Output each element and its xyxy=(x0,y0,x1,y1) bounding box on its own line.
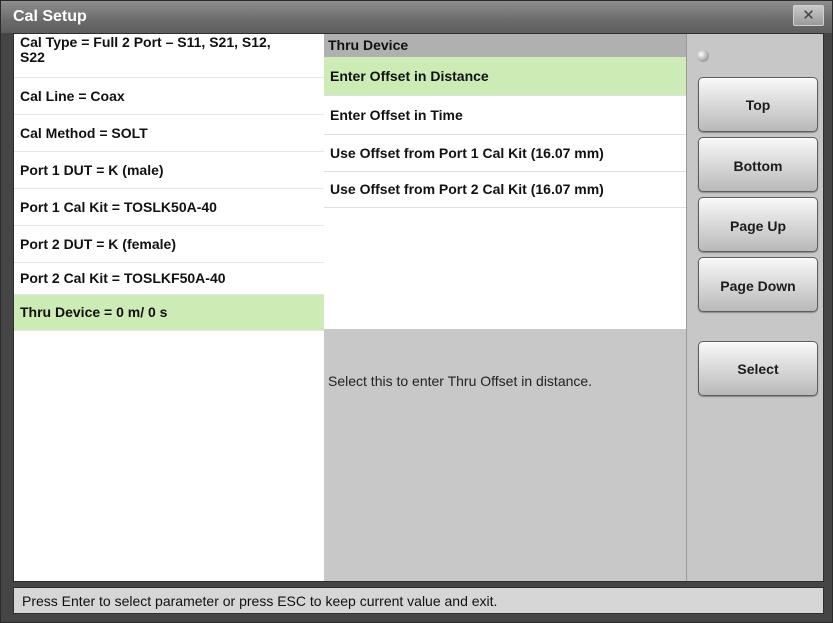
select-button-label: Select xyxy=(737,361,779,377)
list-item-thru-device[interactable]: Thru Device = 0 m/ 0 s xyxy=(14,295,324,331)
list-item-port2-dut[interactable]: Port 2 DUT = K (female) xyxy=(14,226,324,263)
list-item-port1-cal-kit[interactable]: Port 1 Cal Kit = TOSLK50A-40 xyxy=(14,189,324,226)
option-label: Use Offset from Port 1 Cal Kit (16.07 mm… xyxy=(330,145,604,161)
option-offset-time[interactable]: Enter Offset in Time xyxy=(324,96,686,135)
option-label: Enter Offset in Time xyxy=(330,107,463,123)
option-label: Enter Offset in Distance xyxy=(330,68,489,84)
title-bar: Cal Setup ✕ xyxy=(1,1,832,33)
status-led-icon xyxy=(697,50,709,62)
close-button[interactable]: ✕ xyxy=(793,5,824,26)
list-item-label: Port 1 Cal Kit = TOSLK50A-40 xyxy=(20,199,217,215)
page-down-button-label: Page Down xyxy=(720,278,796,294)
list-item-label: Port 2 Cal Kit = TOSLKF50A-40 xyxy=(20,270,226,286)
option-port1-cal-kit-offset[interactable]: Use Offset from Port 1 Cal Kit (16.07 mm… xyxy=(324,135,686,172)
parameter-list: Cal Type = Full 2 Port – S11, S21, S12, … xyxy=(14,34,325,581)
option-panel: Thru Device Enter Offset in Distance Ent… xyxy=(324,34,687,581)
option-label: Use Offset from Port 2 Cal Kit (16.07 mm… xyxy=(330,181,604,197)
list-item-label: Cal Line = Coax xyxy=(20,88,125,104)
list-item-label: Cal Method = SOLT xyxy=(20,125,148,141)
bottom-button-label: Bottom xyxy=(733,158,783,174)
close-icon: ✕ xyxy=(802,7,815,24)
dialog-body: Cal Type = Full 2 Port – S11, S21, S12, … xyxy=(13,33,824,582)
status-text: Press Enter to select parameter or press… xyxy=(22,593,498,609)
status-bar: Press Enter to select parameter or press… xyxy=(13,587,824,614)
button-panel: Top Bottom Page Up Page Down Select xyxy=(687,34,823,581)
list-item-label: Cal Type = Full 2 Port – S11, S21, S12, xyxy=(20,34,271,50)
list-item-cal-line[interactable]: Cal Line = Coax xyxy=(14,78,324,115)
select-button[interactable]: Select xyxy=(698,341,818,396)
page-up-button-label: Page Up xyxy=(729,218,786,234)
option-offset-distance[interactable]: Enter Offset in Distance xyxy=(324,57,686,96)
page-down-button[interactable]: Page Down xyxy=(698,257,818,312)
list-item-label: Port 1 DUT = K (male) xyxy=(20,162,164,178)
list-item-label-continued: S22 xyxy=(20,49,45,65)
description-panel: Select this to enter Thru Offset in dist… xyxy=(324,329,686,581)
option-panel-header: Thru Device xyxy=(324,34,686,57)
list-item-label: Port 2 DUT = K (female) xyxy=(20,236,176,252)
top-button[interactable]: Top xyxy=(698,77,818,132)
list-item-label: Thru Device = 0 m/ 0 s xyxy=(20,304,168,320)
list-item-cal-type[interactable]: Cal Type = Full 2 Port – S11, S21, S12, … xyxy=(14,34,324,78)
window-title: Cal Setup xyxy=(13,8,87,25)
list-item-port1-dut[interactable]: Port 1 DUT = K (male) xyxy=(14,152,324,189)
list-item-port2-cal-kit[interactable]: Port 2 Cal Kit = TOSLKF50A-40 xyxy=(14,263,324,295)
cal-setup-window: Cal Setup ✕ Cal Type = Full 2 Port – S11… xyxy=(0,0,833,623)
top-button-label: Top xyxy=(745,97,771,113)
description-text: Select this to enter Thru Offset in dist… xyxy=(328,373,593,389)
option-port2-cal-kit-offset[interactable]: Use Offset from Port 2 Cal Kit (16.07 mm… xyxy=(324,172,686,208)
bottom-button[interactable]: Bottom xyxy=(698,137,818,192)
list-item-cal-method[interactable]: Cal Method = SOLT xyxy=(14,115,324,152)
page-up-button[interactable]: Page Up xyxy=(698,197,818,252)
